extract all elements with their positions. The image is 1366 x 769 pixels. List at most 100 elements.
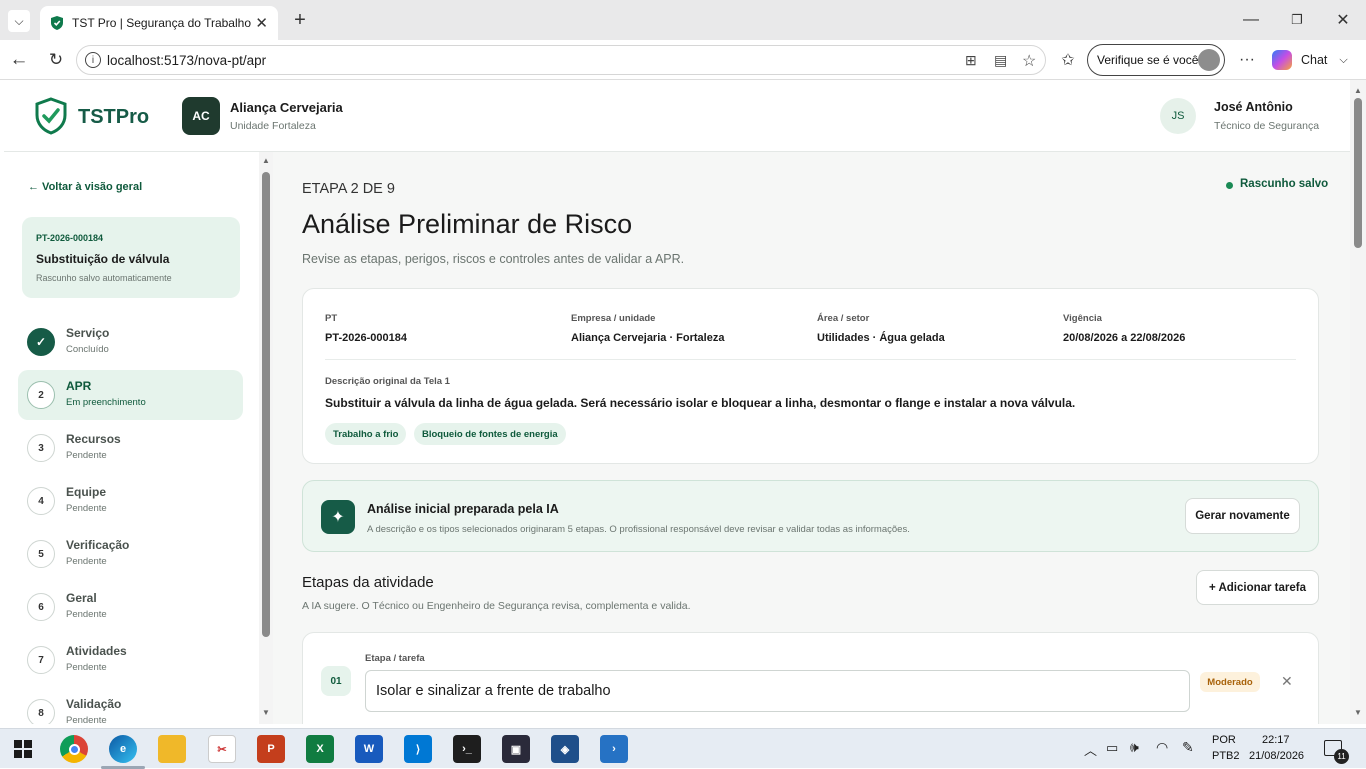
area-value: Utilidades · Água gelada [817,332,945,344]
add-task-button[interactable]: + Adicionar tarefa [1196,570,1319,605]
clock-time[interactable]: 22:17 [1262,734,1290,746]
step-name: Serviço [66,326,110,340]
step-number: 6 [27,593,55,621]
scroll-down-icon[interactable]: ▼ [1354,708,1362,717]
step-number: 3 [27,434,55,462]
step-status: Em preenchimento [66,397,146,408]
copilot-icon [1272,50,1292,70]
maximize-icon[interactable]: ❐ [1286,9,1308,31]
scroll-up-icon[interactable]: ▲ [1354,86,1362,95]
step-status: Pendente [66,715,107,724]
company-name: Aliança Cervejaria [230,100,343,115]
step-item-servico[interactable]: ✓ Serviço Concluído [18,317,243,367]
taskbar: e ✂ P X W ⟩ ›_ ▣ ◈ › ︿ ▭ 🕪 ◠ ✎ POR PTB2 … [0,728,1366,769]
task-name-input[interactable] [365,670,1190,712]
step-number: 7 [27,646,55,674]
remote-desktop-icon[interactable]: ▣ [502,735,530,763]
back-link[interactable]: ← Voltar à visão geral [28,181,142,193]
doc-summary-card: PT-2026-000184 Substituição de válvula R… [22,217,240,298]
page-scrollbar[interactable]: ▲ ▼ [1350,80,1366,724]
ai-banner-title: Análise inicial preparada pela IA [367,502,559,516]
reload-icon[interactable]: ↻ [45,49,67,71]
check-icon: ✓ [27,328,55,356]
step-name: Atividades [66,644,127,658]
keyboard-layout[interactable]: PTB2 [1212,750,1240,762]
terminal-icon[interactable]: ›_ [453,735,481,763]
tab-favicon-icon [51,16,63,30]
excel-icon[interactable]: X [306,735,334,763]
step-item-validacao[interactable]: 8 Validação Pendente [18,688,243,724]
language-code[interactable]: POR [1212,734,1236,746]
clock-date[interactable]: 21/08/2026 [1249,750,1304,762]
scroll-down-icon[interactable]: ▼ [262,708,270,717]
scrollbar-thumb[interactable] [262,172,270,637]
scrollbar-thumb[interactable] [1354,98,1362,248]
more-menu-icon[interactable]: ··· [1236,49,1258,71]
sidebar-scrollbar[interactable]: ▲ ▼ [259,152,273,724]
step-status: Pendente [66,503,107,514]
step-item-geral[interactable]: 6 Geral Pendente [18,582,243,632]
step-status: Pendente [66,556,107,567]
page-title: Análise Preliminar de Risco [302,209,633,239]
step-status: Concluído [66,344,109,355]
start-icon[interactable] [14,740,32,758]
task-label: Etapa / tarefa [365,653,425,664]
volume-icon[interactable]: 🕪 [1130,739,1139,756]
task-number: 01 [321,666,351,696]
favorite-star-icon[interactable]: ☆ [1022,51,1036,71]
window-close-icon[interactable]: ✕ [1332,9,1354,31]
step-item-atividades[interactable]: 7 Atividades Pendente [18,635,243,685]
pen-icon[interactable]: ✎ [1182,739,1194,756]
scroll-up-icon[interactable]: ▲ [262,156,270,165]
tab-close-icon[interactable]: ✕ [255,14,268,32]
ai-banner-text: A descrição e os tipos selecionados orig… [367,524,910,535]
powerpoint-icon[interactable]: P [257,735,285,763]
app-icon[interactable]: ◈ [551,735,579,763]
notification-count: 11 [1334,749,1349,764]
tab-list-icon[interactable]: ⌵ [8,10,30,32]
user-avatar[interactable]: JS [1160,98,1196,134]
step-number: 2 [27,381,55,409]
tag-chip: Bloqueio de fontes de energia [414,423,566,445]
tag-chip: Trabalho a frio [325,423,407,445]
reader-mode-icon[interactable]: ▤ [994,52,1007,69]
step-number: 4 [27,487,55,515]
company-unit: Unidade Fortaleza [230,120,316,132]
battery-icon[interactable]: ▭ [1106,740,1118,756]
step-item-verificacao[interactable]: 5 Verificação Pendente [18,529,243,579]
edge-icon[interactable]: e [109,735,137,763]
profile-button[interactable]: Verifique se é você [1087,44,1225,76]
snipping-tool-icon[interactable]: ✂ [208,735,236,763]
wifi-icon[interactable]: ◠ [1156,739,1168,756]
chrome-icon[interactable] [60,735,88,763]
tab-title: TST Pro | Segurança do Trabalho [72,16,251,30]
favorites-icon[interactable]: ✩ [1057,49,1079,71]
remove-task-icon[interactable]: ✕ [1281,673,1293,690]
word-icon[interactable]: W [355,735,383,763]
doc-status: Rascunho salvo automaticamente [36,273,172,283]
browser-toolbar: ← ↻ i localhost:5173/nova-pt/apr ⊞ ▤ ☆ ✩… [0,40,1366,80]
step-item-equipe[interactable]: 4 Equipe Pendente [18,476,243,526]
step-item-recursos[interactable]: 3 Recursos Pendente [18,423,243,473]
browser-tab[interactable]: TST Pro | Segurança do Trabalho ✕ [40,6,278,40]
back-icon[interactable]: ← [8,49,30,71]
description-text: Substituir a válvula da linha de água ge… [325,396,1076,410]
powershell-icon[interactable]: › [600,735,628,763]
area-label: Área / setor [817,313,870,324]
summary-card: PT PT-2026-000184 Empresa / unidade Alia… [302,288,1319,464]
vscode-icon[interactable]: ⟩ [404,735,432,763]
validity-label: Vigência [1063,313,1102,324]
site-info-icon[interactable]: i [85,52,101,68]
file-explorer-icon[interactable] [158,735,186,763]
copilot-chat-button[interactable]: Chat ⌵ [1272,49,1356,71]
address-bar[interactable]: i localhost:5173/nova-pt/apr ⊞ ▤ ☆ [76,45,1046,75]
new-tab-icon[interactable]: + [289,9,311,31]
description-label: Descrição original da Tela 1 [325,376,450,387]
app-available-icon[interactable]: ⊞ [965,52,977,69]
step-item-apr[interactable]: 2 APR Em preenchimento [18,370,243,420]
tray-chevron-icon[interactable]: ︿ [1084,740,1097,759]
pt-label: PT [325,313,338,324]
profile-label: Verifique se é você [1097,53,1199,67]
regenerate-button[interactable]: Gerar novamente [1185,498,1300,534]
minimize-icon[interactable]: — [1240,9,1262,31]
